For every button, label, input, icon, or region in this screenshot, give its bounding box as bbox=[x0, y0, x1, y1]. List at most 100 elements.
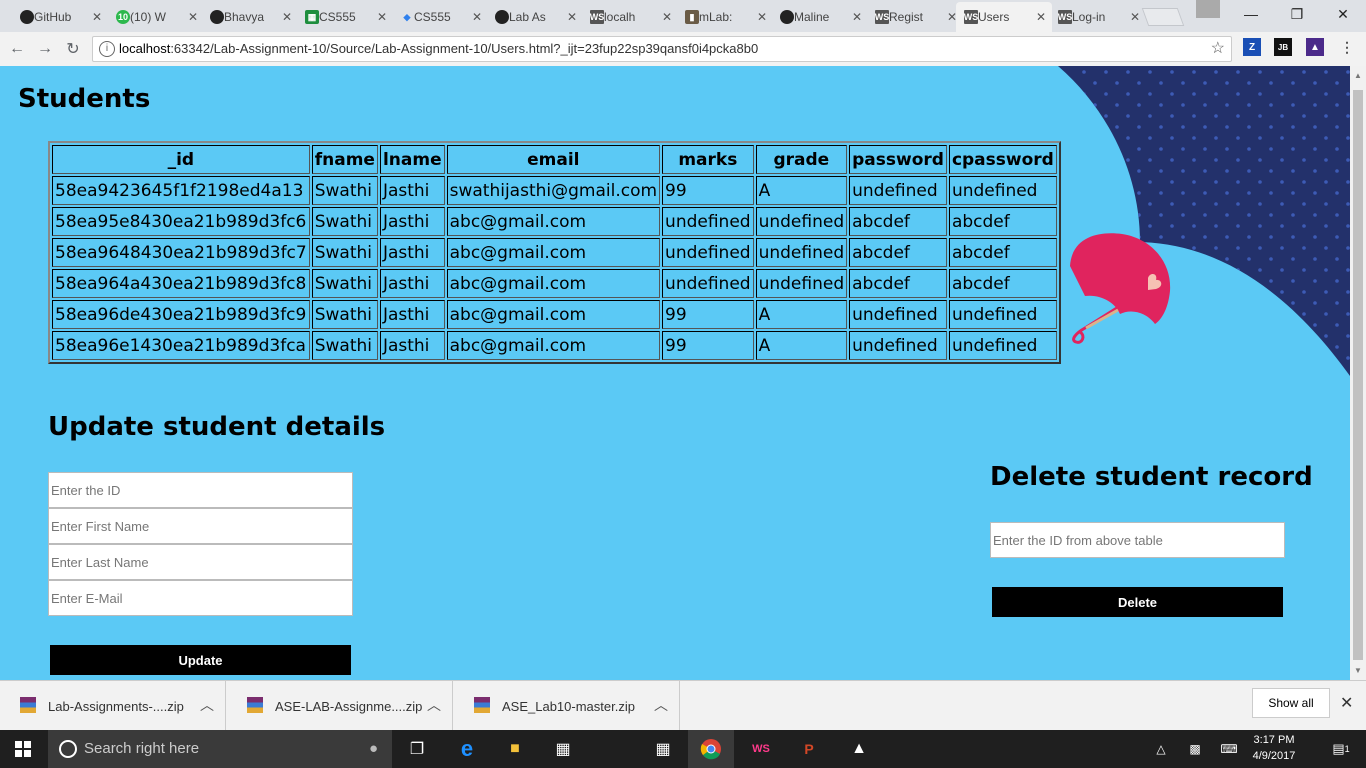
show-all-button[interactable]: Show all bbox=[1252, 688, 1330, 718]
scroll-up-icon[interactable]: ▲ bbox=[1354, 71, 1362, 80]
download-item[interactable]: ASE_Lab10-master.zip ︿ bbox=[454, 681, 680, 731]
browser-tab-strip: GitHub ✕ 10 (10) W ✕ Bhavya ✕ ▦ CS555 ✕ ◆ CS555 ✕ Lab… bbox=[0, 0, 1366, 32]
chevron-up-icon[interactable]: ︿ bbox=[427, 695, 441, 715]
file-explorer-icon[interactable]: ■ bbox=[492, 730, 538, 768]
chrome-icon[interactable] bbox=[688, 730, 734, 768]
table-cell: undefined bbox=[849, 331, 947, 360]
column-header: _id bbox=[52, 145, 310, 174]
windows-start-icon[interactable] bbox=[0, 730, 46, 768]
browser-tab[interactable]: Bhavya ✕ bbox=[202, 2, 298, 32]
page-viewport: Students _id fname lname email marks grade pas… bbox=[0, 66, 1350, 680]
back-icon[interactable]: ← bbox=[6, 38, 28, 60]
browser-tab[interactable]: 10 (10) W ✕ bbox=[108, 2, 204, 32]
chevron-up-icon[interactable]: ︿ bbox=[654, 695, 668, 715]
new-tab-button[interactable] bbox=[1141, 8, 1185, 26]
tab-close-icon[interactable]: ✕ bbox=[1036, 10, 1046, 24]
students-table: _id fname lname email marks grade password cpas… bbox=[48, 141, 1061, 364]
downloads-close-icon[interactable]: ✕ bbox=[1340, 693, 1353, 713]
browser-tab[interactable]: GitHub ✕ bbox=[12, 2, 108, 32]
tab-close-icon[interactable]: ✕ bbox=[282, 10, 292, 24]
chevron-up-icon[interactable]: ︿ bbox=[200, 695, 214, 715]
download-item[interactable]: Lab-Assignments-....zip ︿ bbox=[0, 681, 226, 731]
tab-close-icon[interactable]: ✕ bbox=[757, 10, 767, 24]
table-cell: 58ea96e1430ea21b989d3fca bbox=[52, 331, 310, 360]
page-scrollbar[interactable]: ▲ ▼ bbox=[1350, 66, 1366, 680]
browser-tab[interactable]: Lab As ✕ bbox=[487, 2, 583, 32]
table-cell: undefined bbox=[849, 176, 947, 205]
tab-title: Regist bbox=[889, 10, 924, 24]
extension-icon[interactable]: ▲ bbox=[1306, 38, 1324, 56]
tab-close-icon[interactable]: ✕ bbox=[662, 10, 672, 24]
browser-tab[interactable]: WS localh ✕ bbox=[582, 2, 678, 32]
zotero-extension-icon[interactable]: Z bbox=[1243, 38, 1261, 56]
tab-close-icon[interactable]: ✕ bbox=[567, 10, 577, 24]
browser-tab[interactable]: WS Users ✕ bbox=[956, 2, 1052, 32]
table-cell: undefined bbox=[849, 300, 947, 329]
update-id-input[interactable] bbox=[48, 472, 353, 508]
update-first-name-input[interactable] bbox=[48, 508, 353, 544]
tab-close-icon[interactable]: ✕ bbox=[472, 10, 482, 24]
table-cell: abc@gmail.com bbox=[446, 269, 661, 298]
tab-close-icon[interactable]: ✕ bbox=[377, 10, 387, 24]
scrollbar-thumb[interactable] bbox=[1353, 90, 1363, 660]
delete-button[interactable]: Delete bbox=[992, 587, 1283, 617]
archive-icon bbox=[247, 697, 263, 713]
taskbar-search-input[interactable]: Search right here ● bbox=[48, 730, 392, 768]
calculator-icon[interactable]: ▦ bbox=[640, 730, 686, 768]
browser-tab[interactable]: Maline ✕ bbox=[772, 2, 868, 32]
bookmark-star-icon[interactable]: ☆ bbox=[1211, 37, 1225, 61]
jetbrains-extension-icon[interactable]: JB bbox=[1274, 38, 1292, 56]
webstorm-icon: WS bbox=[874, 10, 890, 24]
browser-tab[interactable]: ▮ mLab: ✕ bbox=[677, 2, 773, 32]
address-bar[interactable]: i localhost:63342/Lab-Assignment-10/Sour… bbox=[92, 36, 1232, 62]
microphone-icon[interactable]: ● bbox=[369, 730, 378, 768]
tab-close-icon[interactable]: ✕ bbox=[852, 10, 862, 24]
download-item[interactable]: ASE-LAB-Assignme....zip ︿ bbox=[227, 681, 453, 731]
column-header: marks bbox=[662, 145, 754, 174]
update-email-input[interactable] bbox=[48, 580, 353, 616]
chrome-menu-icon[interactable]: ⋮ bbox=[1338, 38, 1356, 56]
tab-close-icon[interactable]: ✕ bbox=[1130, 10, 1140, 24]
store-icon[interactable]: ▦ bbox=[540, 730, 586, 768]
page-info-icon[interactable]: i bbox=[99, 41, 115, 57]
reload-icon[interactable]: ↻ bbox=[62, 38, 84, 60]
column-header: grade bbox=[755, 145, 848, 174]
webstorm-icon[interactable]: WS bbox=[738, 730, 784, 768]
restore-icon[interactable]: ❐ bbox=[1274, 0, 1320, 28]
table-cell: undefined bbox=[662, 269, 754, 298]
browser-tab[interactable]: ◆ CS555 ✕ bbox=[392, 2, 488, 32]
table-row: 58ea9648430ea21b989d3fc7 Swathi Jasthi abc@… bbox=[52, 238, 1057, 267]
table-cell: abc@gmail.com bbox=[446, 207, 661, 236]
downloads-bar: Lab-Assignments-....zip ︿ ASE-LAB-Assignme… bbox=[0, 680, 1366, 731]
table-cell: 58ea9648430ea21b989d3fc7 bbox=[52, 238, 310, 267]
update-button[interactable]: Update bbox=[50, 645, 351, 675]
column-header: fname bbox=[311, 145, 378, 174]
profile-icon[interactable] bbox=[1196, 0, 1220, 18]
delete-heading: Delete student record bbox=[990, 462, 1313, 492]
photos-icon[interactable]: ▲ bbox=[836, 730, 882, 768]
browser-tab[interactable]: WS Regist ✕ bbox=[867, 2, 963, 32]
table-cell: undefined bbox=[755, 207, 848, 236]
forward-icon[interactable]: → bbox=[34, 38, 56, 60]
action-center-icon[interactable]: ▤ 1 bbox=[1318, 730, 1364, 768]
delete-id-input[interactable] bbox=[990, 522, 1285, 558]
tab-title: Bhavya bbox=[224, 10, 265, 24]
window-close-icon[interactable]: ✕ bbox=[1320, 0, 1366, 28]
tab-close-icon[interactable]: ✕ bbox=[188, 10, 198, 24]
tab-title: mLab: bbox=[699, 10, 733, 24]
minimize-icon[interactable]: — bbox=[1228, 0, 1274, 28]
browser-tab[interactable]: ▦ CS555 ✕ bbox=[297, 2, 393, 32]
tab-title: CS555 bbox=[319, 10, 356, 24]
edge-icon[interactable]: e bbox=[444, 730, 490, 768]
table-cell: 58ea9423645f1f2198ed4a13 bbox=[52, 176, 310, 205]
tab-close-icon[interactable]: ✕ bbox=[92, 10, 102, 24]
update-last-name-input[interactable] bbox=[48, 544, 353, 580]
task-view-icon[interactable]: ❐ bbox=[394, 730, 440, 768]
taskbar-clock[interactable]: 3:17 PM 4/9/2017 bbox=[1244, 732, 1304, 764]
table-cell: undefined bbox=[662, 207, 754, 236]
table-cell: undefined bbox=[948, 300, 1057, 329]
column-header: password bbox=[849, 145, 947, 174]
scroll-down-icon[interactable]: ▼ bbox=[1354, 666, 1362, 675]
browser-tab[interactable]: WS Log-in ✕ bbox=[1050, 2, 1146, 32]
powerpoint-icon[interactable]: P bbox=[786, 730, 832, 768]
